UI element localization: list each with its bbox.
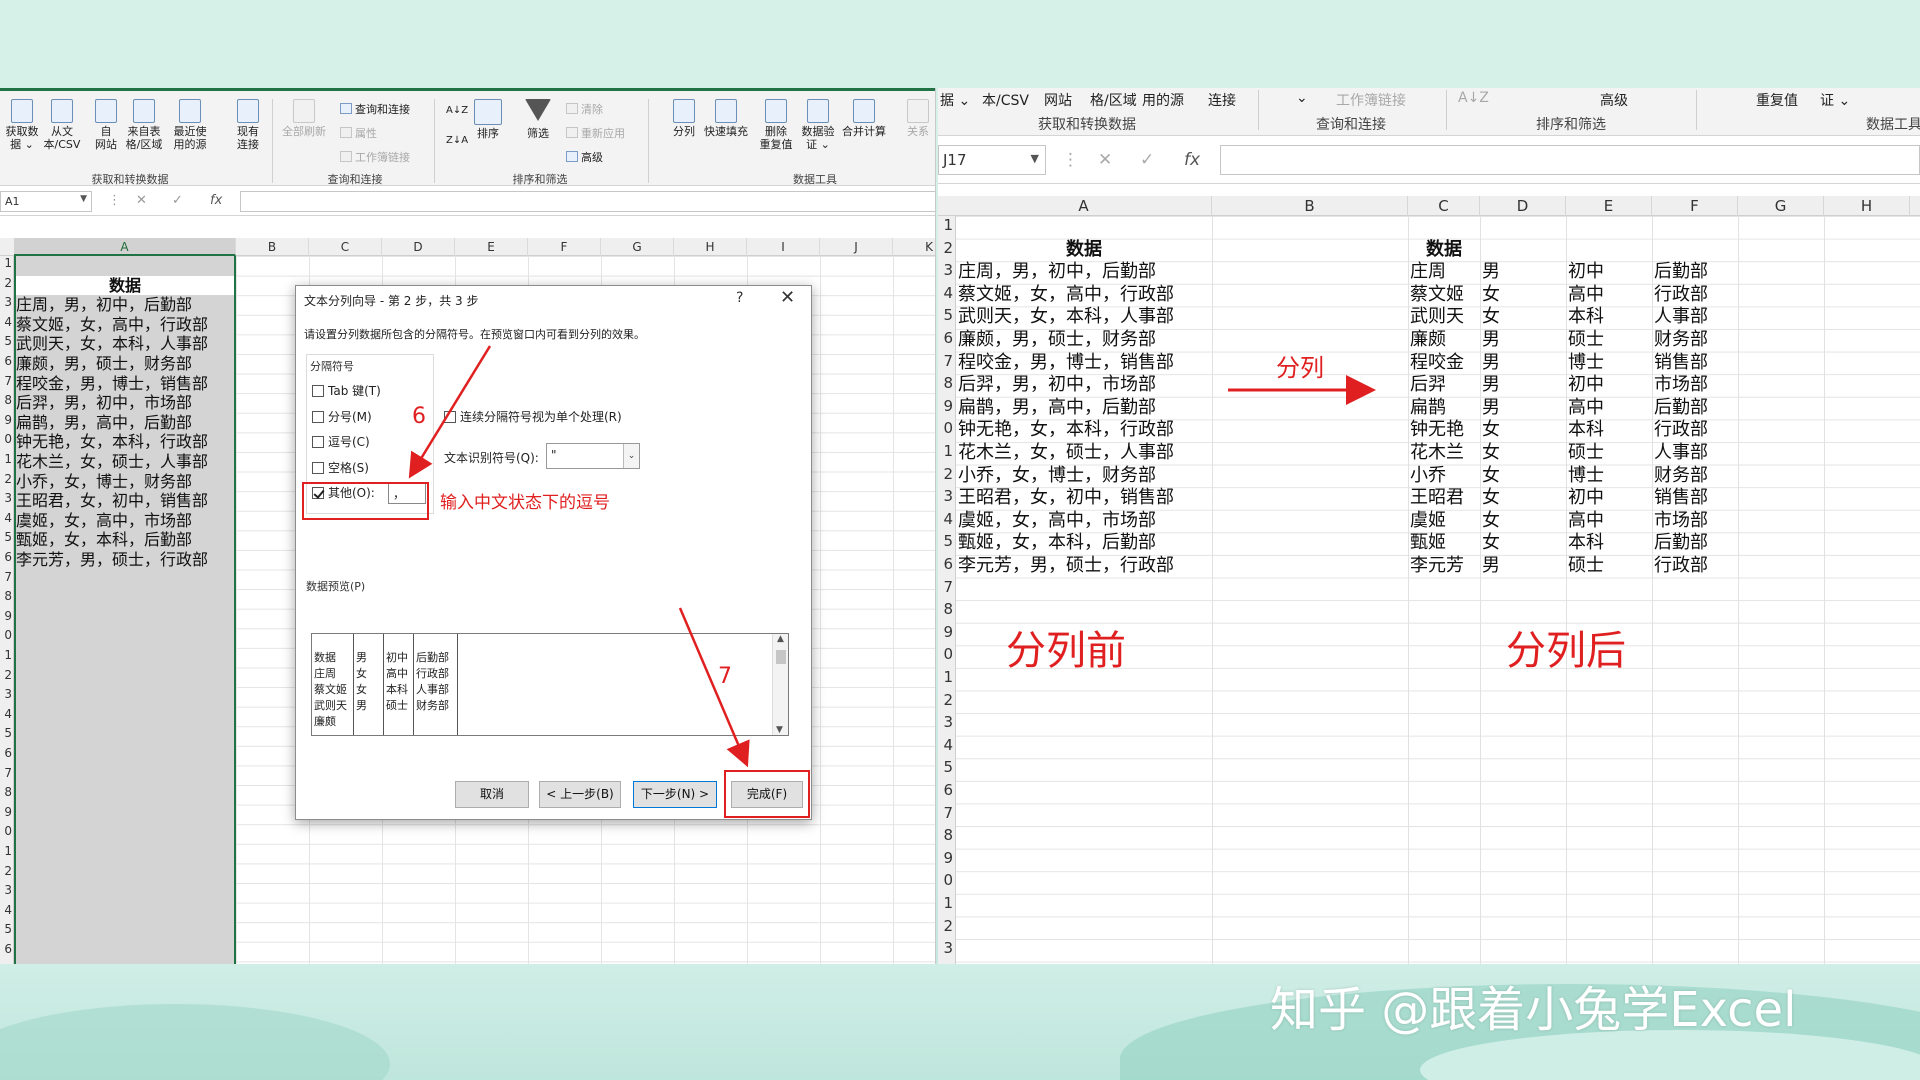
watermark: 知乎 @跟着小兔学Excel — [1270, 982, 1797, 1038]
arrow-to-other-checkbox — [408, 345, 492, 479]
arrow-to-finish-button — [678, 607, 750, 768]
annotation-arrows — [408, 345, 1376, 768]
